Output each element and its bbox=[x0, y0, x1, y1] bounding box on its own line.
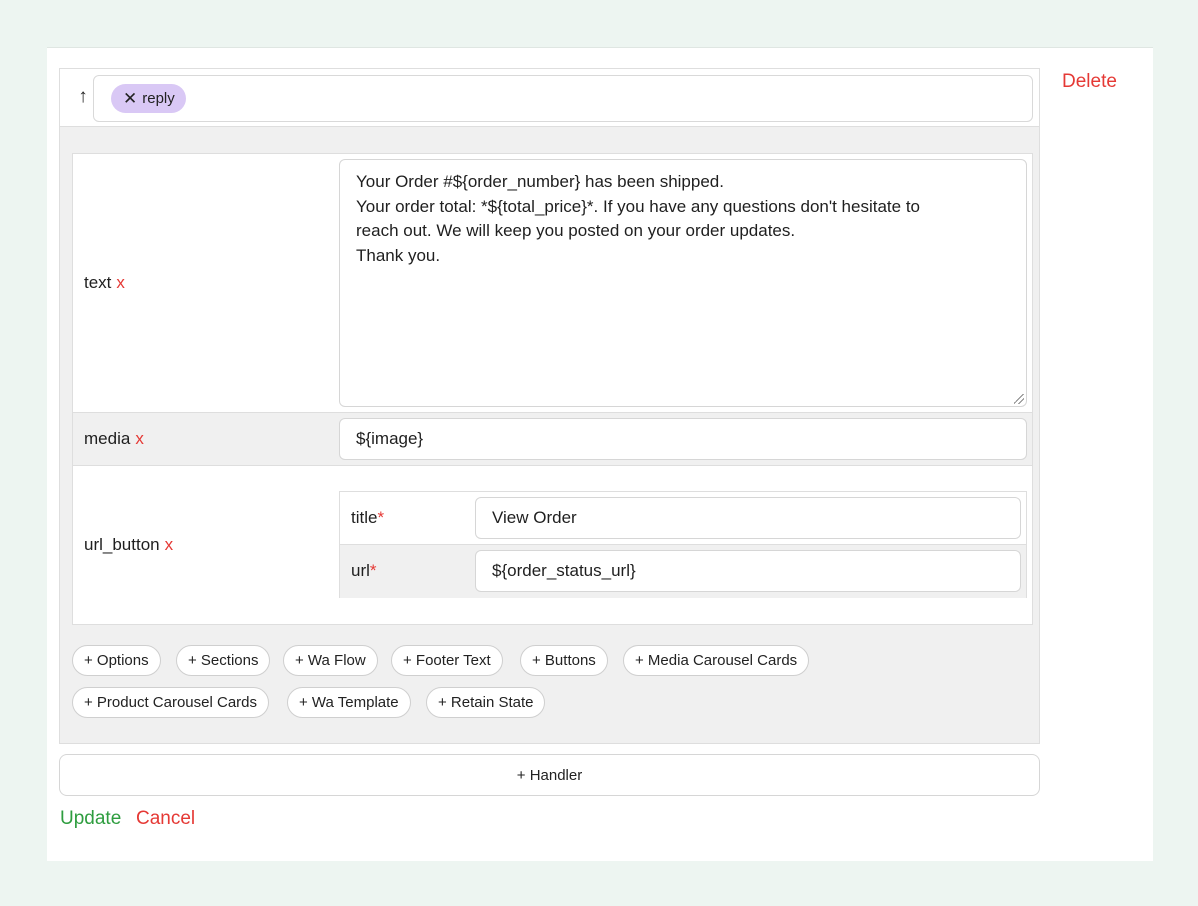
resize-grip-icon[interactable] bbox=[1014, 394, 1024, 404]
fields-table: text x Your Order #${order_number} has be… bbox=[72, 153, 1033, 625]
subfield-label-url: url* bbox=[351, 561, 377, 580]
update-button[interactable]: Update bbox=[60, 808, 121, 830]
tag-chip-label: reply bbox=[142, 90, 175, 107]
add-sections-button[interactable]: + Sections bbox=[176, 645, 271, 676]
field-label-text: text x bbox=[84, 273, 125, 292]
remove-text-button[interactable]: x bbox=[116, 273, 125, 292]
cancel-button[interactable]: Cancel bbox=[136, 808, 195, 830]
add-wa-flow-button[interactable]: + Wa Flow bbox=[283, 645, 378, 676]
add-options-button[interactable]: + Options bbox=[72, 645, 161, 676]
title-input[interactable]: View Order bbox=[475, 497, 1021, 539]
add-retain-state-button[interactable]: + Retain State bbox=[426, 687, 546, 718]
reply-editor-frame: ↑ ✕ reply text x Your Order #${order_numb… bbox=[59, 68, 1040, 744]
subfield-row-url: url* ${order_status_url} bbox=[340, 545, 1026, 598]
tag-select[interactable]: ✕ reply bbox=[93, 75, 1033, 122]
field-label-url-button: url_button x bbox=[84, 535, 174, 554]
add-buttons-button[interactable]: + Buttons bbox=[520, 645, 608, 676]
url-button-subtable: title* View Order url* ${order_status_ur… bbox=[339, 491, 1027, 598]
subfield-row-title: title* View Order bbox=[340, 492, 1026, 545]
add-footer-text-button[interactable]: + Footer Text bbox=[391, 645, 503, 676]
subfield-label-title: title* bbox=[351, 508, 385, 527]
add-media-carousel-cards-button[interactable]: + Media Carousel Cards bbox=[623, 645, 810, 676]
add-wa-template-button[interactable]: + Wa Template bbox=[287, 687, 411, 718]
remove-url-button-button[interactable]: x bbox=[165, 535, 174, 554]
field-label-media: media x bbox=[84, 429, 144, 448]
arrow-up-icon[interactable]: ↑ bbox=[72, 85, 94, 109]
field-row-text: text x Your Order #${order_number} has be… bbox=[73, 154, 1032, 413]
field-row-url-button: url_button x title* View Order url* ${ord… bbox=[73, 466, 1032, 624]
remove-media-button[interactable]: x bbox=[135, 429, 144, 448]
field-row-media: media x ${image} bbox=[73, 413, 1032, 466]
delete-button[interactable]: Delete bbox=[1062, 71, 1117, 93]
tag-chip-reply: ✕ reply bbox=[111, 84, 186, 113]
add-product-carousel-cards-button[interactable]: + Product Carousel Cards bbox=[72, 687, 269, 718]
text-textarea[interactable]: Your Order #${order_number} has been shi… bbox=[339, 159, 1027, 407]
url-input[interactable]: ${order_status_url} bbox=[475, 550, 1021, 592]
reply-header: ↑ ✕ reply bbox=[60, 69, 1039, 127]
close-icon[interactable]: ✕ bbox=[123, 90, 137, 107]
add-handler-button[interactable]: + Handler bbox=[59, 754, 1040, 796]
media-input[interactable]: ${image} bbox=[339, 418, 1027, 460]
